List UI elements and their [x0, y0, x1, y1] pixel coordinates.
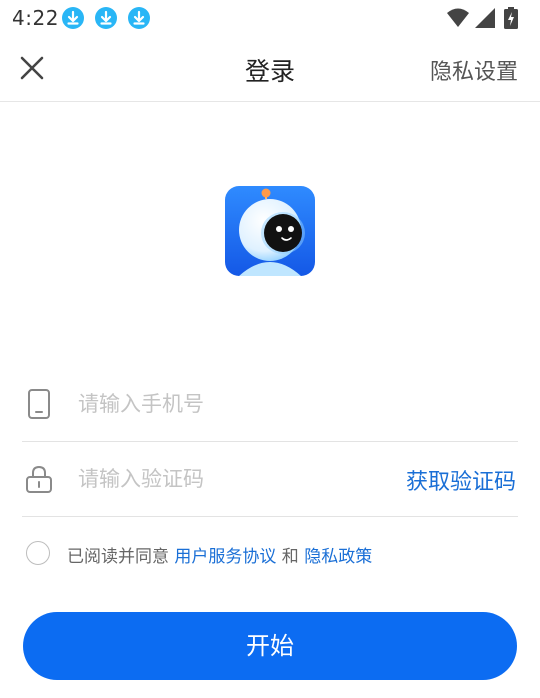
wifi-icon — [447, 8, 469, 27]
code-input[interactable] — [78, 461, 378, 497]
privacy-policy-link[interactable]: 隐私政策 — [304, 547, 372, 567]
agreement-text: 已阅读并同意 用户服务协议 和 隐私政策 — [67, 542, 372, 567]
privacy-settings-link[interactable]: 隐私设置 — [430, 54, 518, 86]
phone-icon — [28, 389, 50, 419]
code-row: 获取验证码 — [22, 441, 518, 517]
agreement-conjunction: 和 — [276, 547, 305, 567]
user-agreement-link[interactable]: 用户服务协议 — [174, 547, 276, 567]
status-time: 4:22 — [12, 6, 59, 30]
nav-bar: 登录 隐私设置 — [0, 36, 540, 102]
status-bar: 4:22 — [0, 0, 540, 36]
phone-input[interactable] — [78, 386, 378, 422]
cellular-signal-icon — [475, 8, 495, 28]
start-button[interactable]: 开始 — [23, 612, 517, 680]
lock-icon — [26, 465, 52, 493]
download-icon — [62, 7, 84, 29]
status-icons — [446, 7, 526, 29]
phone-row — [22, 366, 518, 442]
battery-charging-icon — [504, 7, 518, 29]
download-icon — [95, 7, 117, 29]
app-logo — [225, 186, 315, 276]
agreement-prefix: 已阅读并同意 — [67, 547, 175, 567]
get-code-button[interactable]: 获取验证码 — [406, 464, 516, 496]
agreement-checkbox[interactable] — [26, 541, 50, 565]
download-icon — [128, 7, 150, 29]
